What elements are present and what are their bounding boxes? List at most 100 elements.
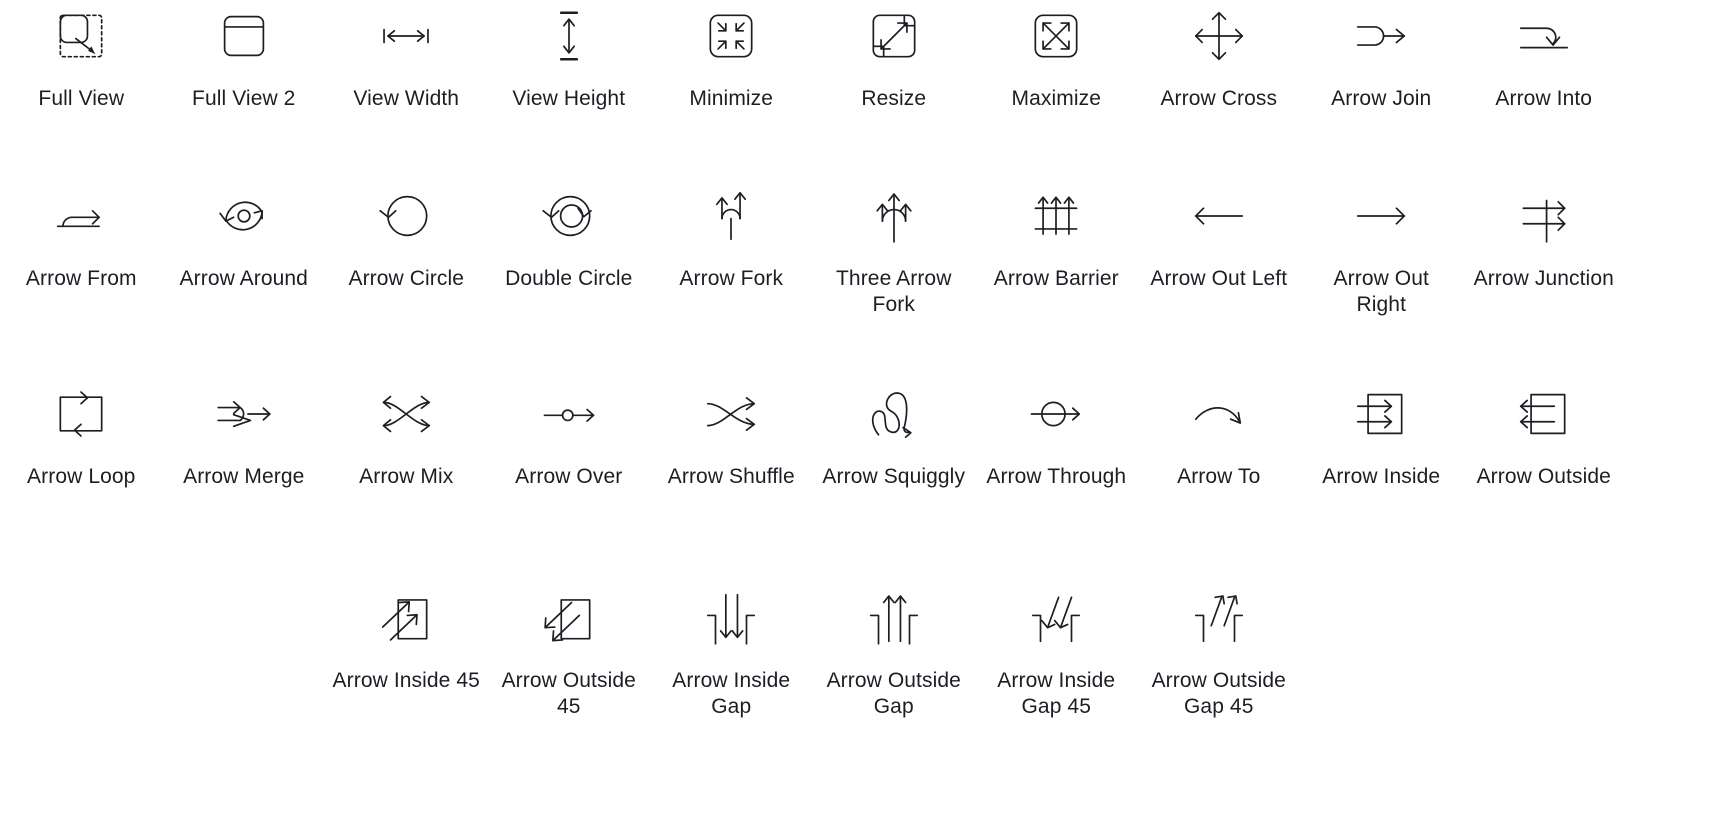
three-arrow-fork-icon [858,180,930,252]
icon-label: Arrow Outside [1476,465,1611,488]
arrow-inside-gap-45-icon [1020,582,1092,654]
icon-cell-arrow-cross[interactable]: Arrow Cross [1138,0,1301,178]
icon-label: Arrow Over [515,465,623,488]
icon-cell-maximize[interactable]: Maximize [975,0,1138,178]
icon-cell-arrow-barrier[interactable]: Arrow Barrier [975,178,1138,378]
arrow-inside-gap-icon [695,582,767,654]
icon-cell-view-width[interactable]: View Width [325,0,488,178]
icon-cell-arrow-around[interactable]: Arrow Around [163,178,326,378]
icon-label: Arrow Around [179,267,308,290]
icon-row: Arrow From Arrow Around Arrow Circle Dou… [0,178,1736,378]
arrow-to-icon [1183,378,1255,450]
icon-cell-arrow-outside-gap[interactable]: Arrow Outside Gap [813,582,976,822]
icon-label: Arrow Through [986,465,1127,488]
icon-cell-arrow-merge[interactable]: Arrow Merge [163,378,326,582]
full-view-2-icon [208,0,280,72]
icon-cell-arrow-inside-gap[interactable]: Arrow Inside Gap [650,582,813,822]
arrow-into-icon [1508,0,1580,72]
icon-cell-three-arrow-fork[interactable]: Three Arrow Fork [813,178,976,378]
arrow-join-icon [1345,0,1417,72]
arrow-fork-icon [695,180,767,252]
full-view-icon [45,0,117,72]
icon-label: Arrow Junction [1473,267,1614,290]
maximize-icon [1020,0,1092,72]
icon-cell-arrow-to[interactable]: Arrow To [1138,378,1301,582]
arrow-outside-gap-icon [858,582,930,654]
icon-cell-minimize[interactable]: Minimize [650,0,813,178]
icon-cell-arrow-inside-45[interactable]: Arrow Inside 45 [325,582,488,822]
icon-cell-arrow-circle[interactable]: Arrow Circle [325,178,488,378]
arrow-outside-gap-45-icon [1183,582,1255,654]
icon-label: Arrow Mix [359,465,454,488]
resize-icon [858,0,930,72]
icon-label: Arrow Inside 45 [332,669,480,692]
icon-cell-arrow-out-left[interactable]: Arrow Out Left [1138,178,1301,378]
icon-label: Arrow To [1177,465,1261,488]
icon-label: Arrow Outside 45 [501,669,636,718]
minimize-icon [695,0,767,72]
icon-label: Arrow Outside Gap [826,669,961,718]
arrow-outside-45-icon [533,582,605,654]
arrow-out-right-icon [1345,180,1417,252]
icon-label: View Height [512,87,626,110]
icon-cell-arrow-shuffle[interactable]: Arrow Shuffle [650,378,813,582]
icon-label: Double Circle [505,267,633,290]
double-circle-icon [533,180,605,252]
arrow-mix-icon [370,378,442,450]
icon-cell-full-view[interactable]: Full View [0,0,163,178]
icon-cell-arrow-inside-gap-45[interactable]: Arrow Inside Gap 45 [975,582,1138,822]
icon-cell-double-circle[interactable]: Double Circle [488,178,651,378]
icon-row: Arrow Inside 45 Arrow Outside 45 Arrow I… [0,582,1736,822]
icon-cell-arrow-join[interactable]: Arrow Join [1300,0,1463,178]
icon-cell-arrow-out-right[interactable]: Arrow Out Right [1300,178,1463,378]
icon-row: Arrow Loop Arrow Merge Arrow Mix Arrow O… [0,378,1736,582]
arrow-squiggly-icon [858,378,930,450]
icon-label: Three Arrow Fork [836,267,952,316]
arrow-inside-45-icon [370,582,442,654]
icon-cell-arrow-fork[interactable]: Arrow Fork [650,178,813,378]
icon-cell-arrow-outside-gap-45[interactable]: Arrow Outside Gap 45 [1138,582,1301,822]
arrow-outside-icon [1508,378,1580,450]
icon-label: Arrow Circle [348,267,465,290]
icon-label: Arrow Shuffle [667,465,795,488]
view-height-icon [533,0,605,72]
icon-label: Arrow Inside Gap [672,669,791,718]
icon-label: Arrow Fork [679,267,784,290]
icon-cell-arrow-into[interactable]: Arrow Into [1463,0,1626,178]
icon-cell-full-view-2[interactable]: Full View 2 [163,0,326,178]
icon-cell-arrow-through[interactable]: Arrow Through [975,378,1138,582]
arrow-from-icon [45,180,117,252]
icon-label: Resize [861,87,927,110]
icon-label: View Width [353,87,460,110]
icon-gallery: Full View Full View 2 View Width View He… [0,0,1736,822]
icon-label: Arrow From [25,267,137,290]
icon-label: Full View [38,87,125,110]
icon-label: Arrow Inside [1322,465,1441,488]
icon-label: Arrow Merge [183,465,305,488]
icon-label: Arrow Outside Gap 45 [1151,669,1286,718]
icon-cell-arrow-squiggly[interactable]: Arrow Squiggly [813,378,976,582]
arrow-out-left-icon [1183,180,1255,252]
arrow-circle-icon [370,180,442,252]
icon-row: Full View Full View 2 View Width View He… [0,0,1736,178]
arrow-barrier-icon [1020,180,1092,252]
icon-cell-arrow-loop[interactable]: Arrow Loop [0,378,163,582]
arrow-shuffle-icon [695,378,767,450]
icon-cell-resize[interactable]: Resize [813,0,976,178]
icon-cell-arrow-outside-45[interactable]: Arrow Outside 45 [488,582,651,822]
icon-cell-arrow-over[interactable]: Arrow Over [488,378,651,582]
icon-label: Arrow Into [1495,87,1593,110]
icon-cell-arrow-junction[interactable]: Arrow Junction [1463,178,1626,378]
icon-label: Maximize [1011,87,1101,110]
icon-cell-view-height[interactable]: View Height [488,0,651,178]
icon-cell-arrow-outside[interactable]: Arrow Outside [1463,378,1626,582]
icon-label: Arrow Join [1331,87,1432,110]
icon-cell-arrow-from[interactable]: Arrow From [0,178,163,378]
arrow-loop-icon [45,378,117,450]
icon-cell-arrow-inside[interactable]: Arrow Inside [1300,378,1463,582]
view-width-icon [370,0,442,72]
arrow-cross-icon [1183,0,1255,72]
icon-cell-arrow-mix[interactable]: Arrow Mix [325,378,488,582]
icon-label: Arrow Inside Gap 45 [997,669,1116,718]
arrow-junction-icon [1508,180,1580,252]
